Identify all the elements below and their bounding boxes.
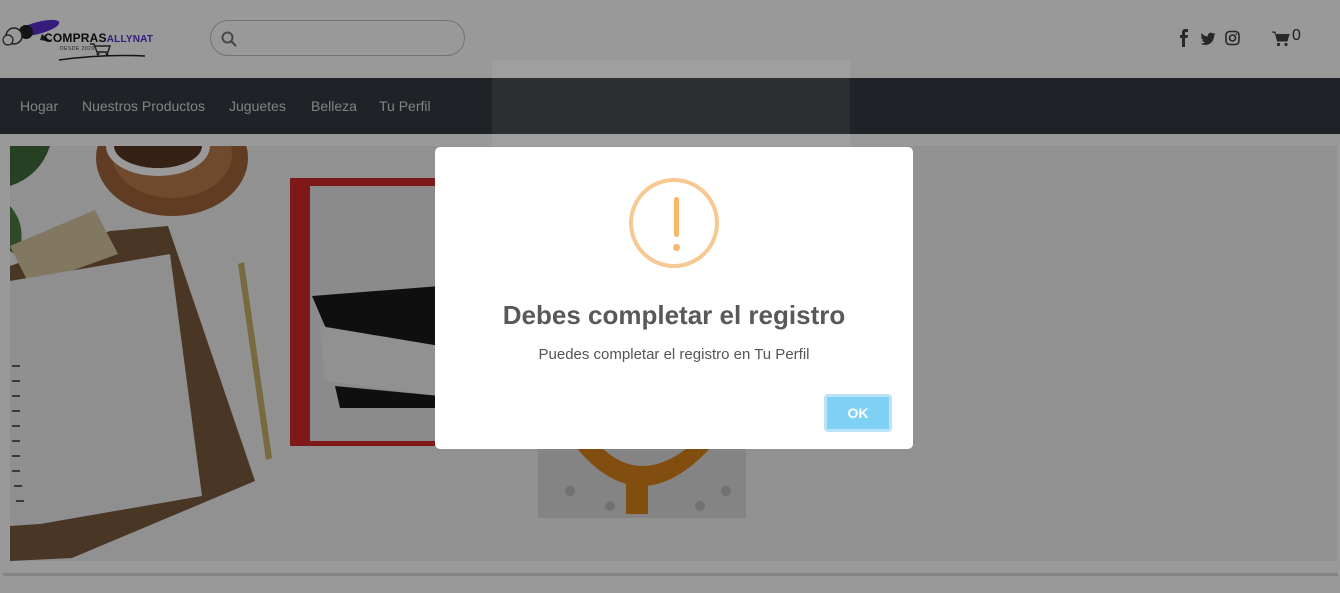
ok-button[interactable]: OK xyxy=(824,394,892,432)
warning-icon-dot xyxy=(673,244,680,251)
dialog-title: Debes completar el registro xyxy=(502,300,846,330)
warning-icon xyxy=(629,178,719,268)
warning-icon-bar xyxy=(674,197,679,237)
dialog-message: Puedes completar el registro en Tu Perfi… xyxy=(538,346,810,363)
alert-dialog: Debes completar el registro Puedes compl… xyxy=(435,147,913,449)
